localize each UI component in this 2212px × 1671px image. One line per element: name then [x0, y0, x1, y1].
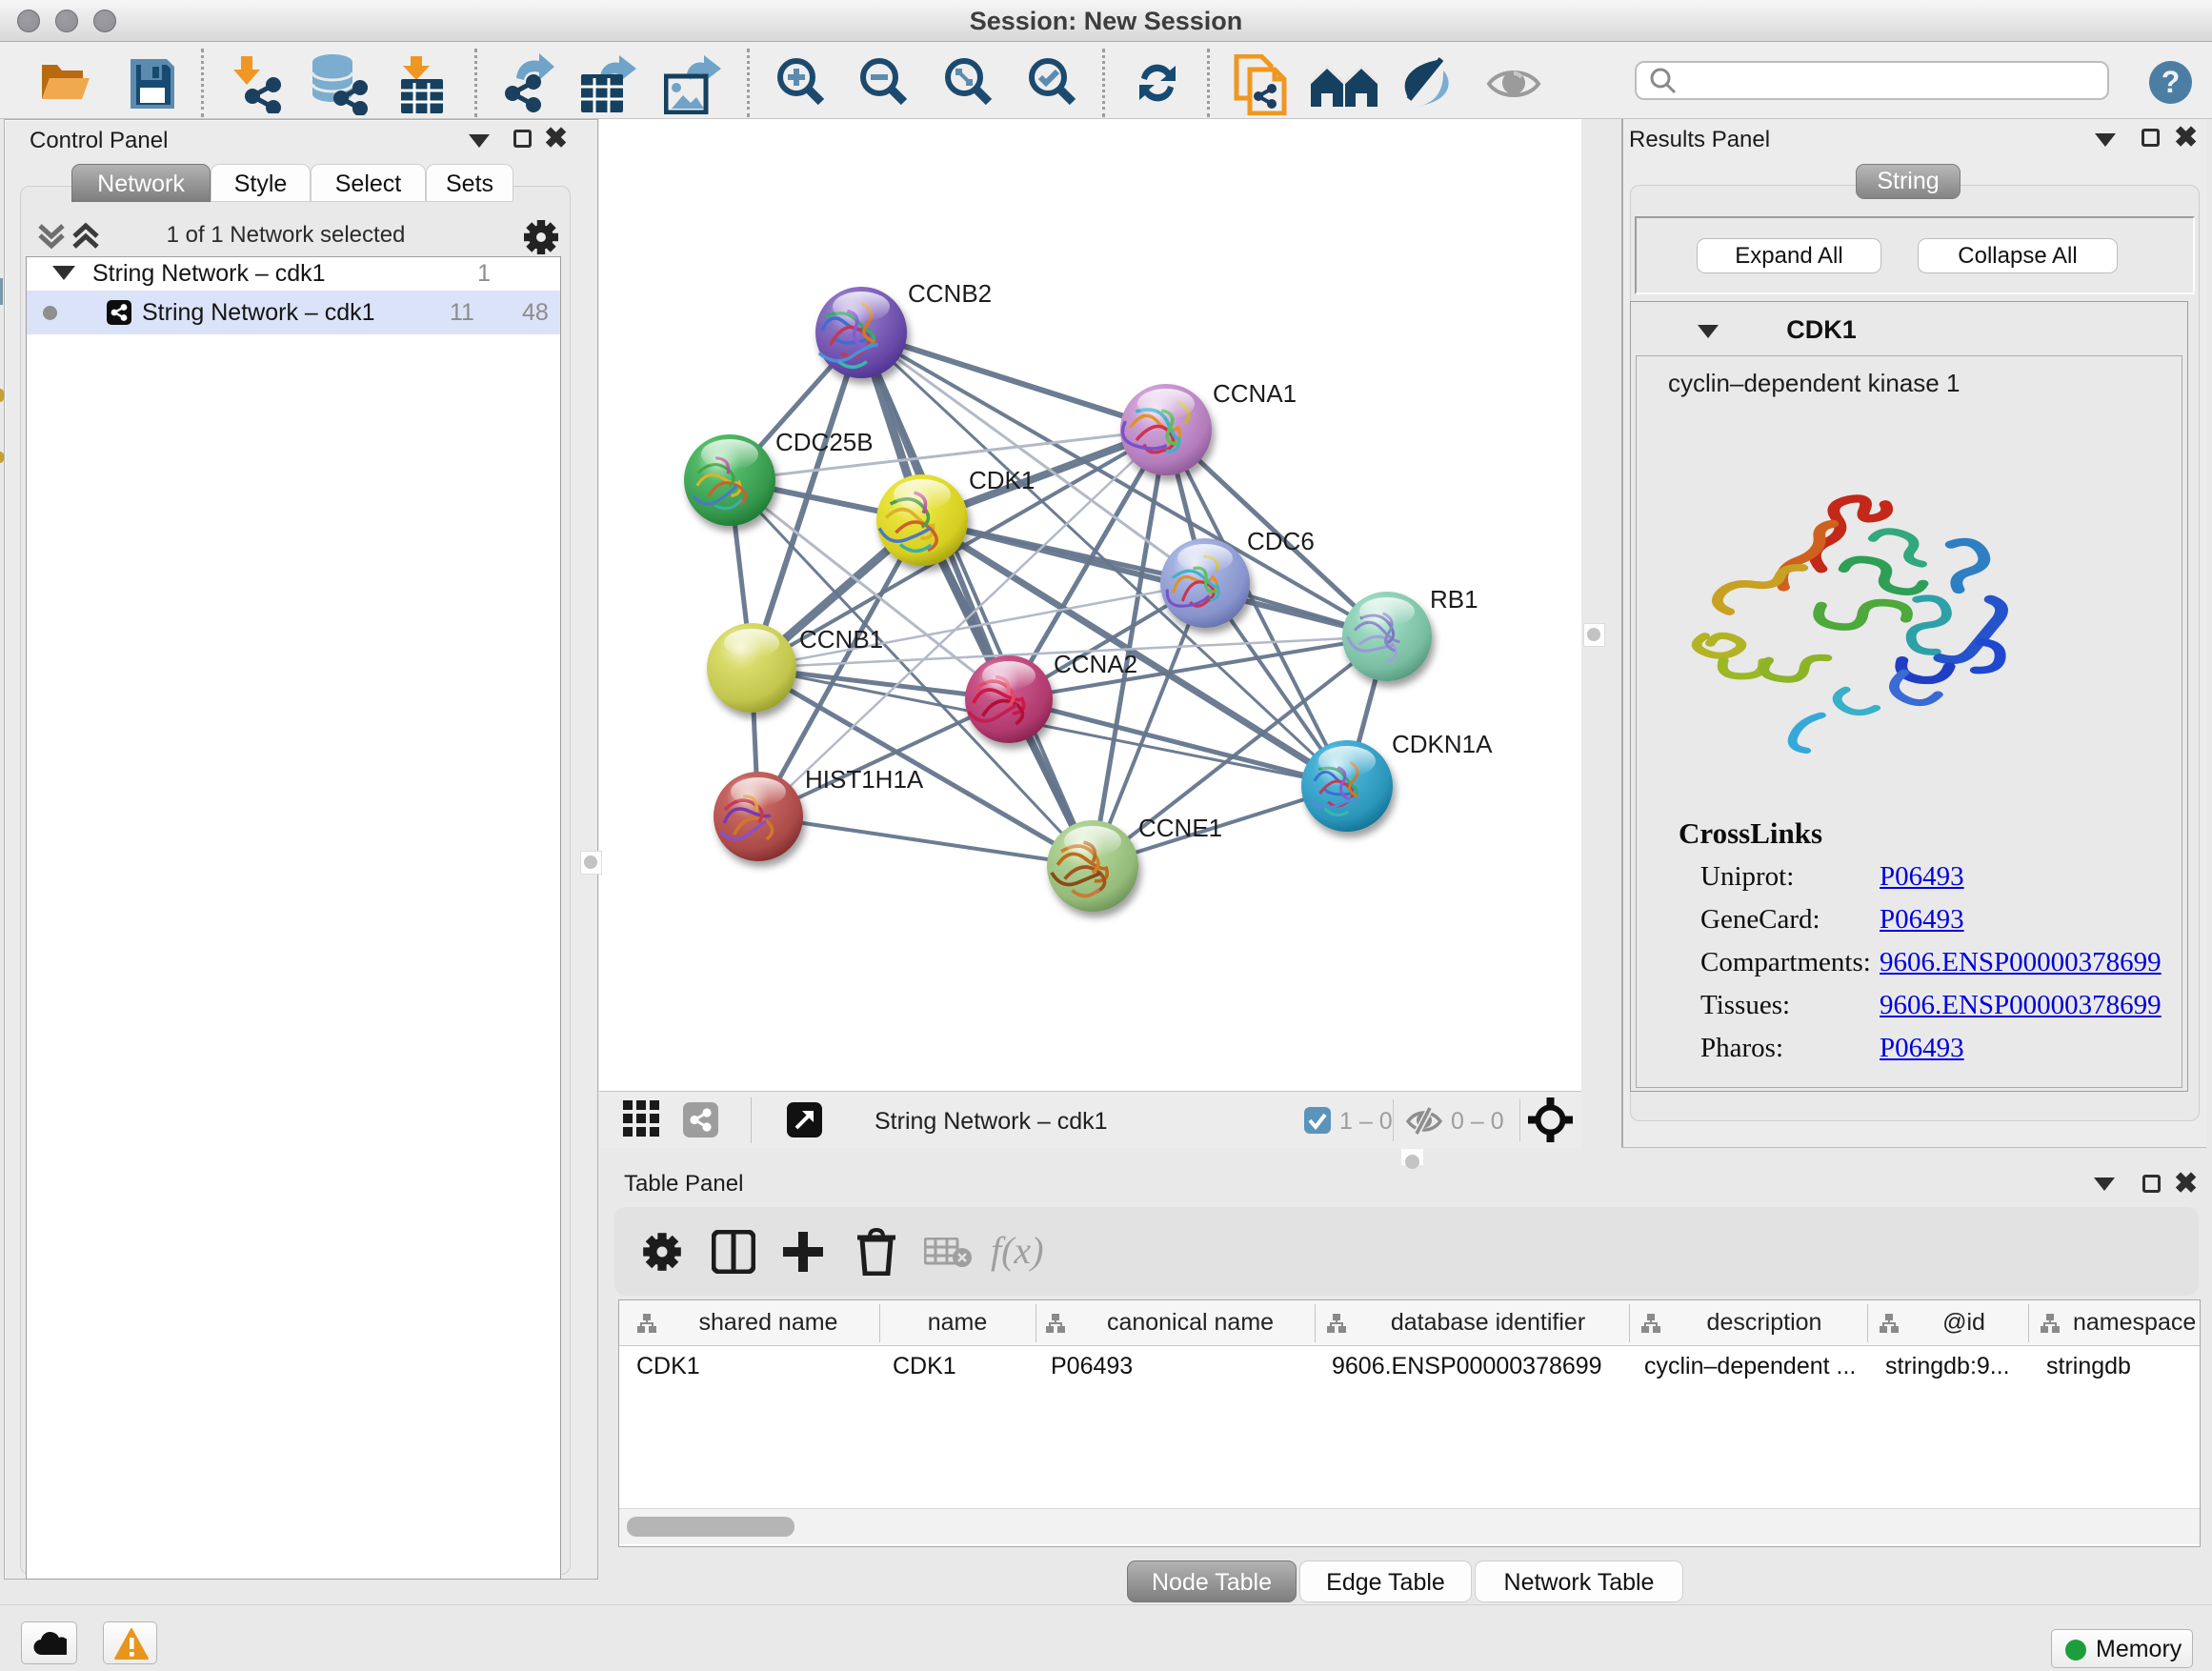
svg-text:CDK1: CDK1	[969, 466, 1035, 494]
svg-text:CDC25B: CDC25B	[775, 428, 874, 456]
svg-text:CDC6: CDC6	[1247, 527, 1315, 555]
svg-text:RB1: RB1	[1430, 585, 1478, 614]
svg-text:CCNB1: CCNB1	[799, 625, 883, 654]
svg-text:CCNA2: CCNA2	[1054, 650, 1137, 678]
svg-text:CCNE1: CCNE1	[1138, 814, 1222, 842]
svg-text:CCNB2: CCNB2	[908, 279, 992, 308]
svg-text:HIST1H1A: HIST1H1A	[805, 765, 924, 794]
svg-text:CDKN1A: CDKN1A	[1392, 730, 1493, 758]
svg-text:CCNA1: CCNA1	[1213, 379, 1297, 408]
